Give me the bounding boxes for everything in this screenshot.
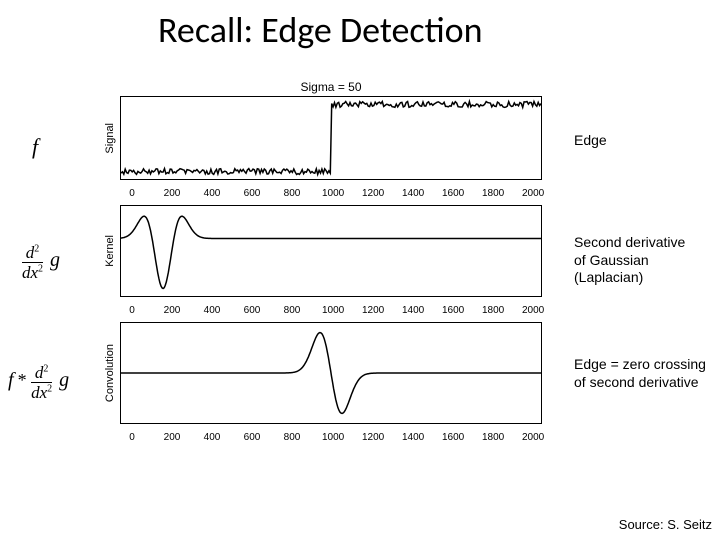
- xaxis-1: 0200400600800100012001400160018002000: [104, 186, 542, 199]
- plot-signal: [120, 96, 542, 180]
- conv-curve: [121, 323, 541, 423]
- annotation-edge: Edge: [574, 132, 607, 150]
- sigma-title: Sigma = 50: [104, 80, 558, 94]
- label-d2g: d2 dx2 g: [22, 244, 60, 281]
- kernel-curve: [121, 206, 541, 296]
- ylabel-signal: Signal: [104, 123, 120, 154]
- xaxis-2: 0200400600800100012001400160018002000: [104, 303, 542, 316]
- source-credit: Source: S. Seitz: [619, 517, 712, 532]
- annotation-zero-crossing: Edge = zero crossing of second derivativ…: [574, 356, 706, 391]
- label-f-star-d2g: f * d2 dx2 g: [8, 364, 69, 401]
- annotation-laplacian: Second derivative of Gaussian (Laplacian…: [574, 234, 685, 287]
- page-title: Recall: Edge Detection: [158, 8, 483, 52]
- plots-stack: Sigma = 50 Signal 0200400600800100012001…: [104, 80, 558, 443]
- ylabel-kernel: Kernel: [104, 235, 120, 267]
- signal-curve: [121, 97, 541, 179]
- xaxis-3: 0200400600800100012001400160018002000: [104, 430, 542, 443]
- plot-kernel: [120, 205, 542, 297]
- label-f: f: [32, 134, 38, 160]
- ylabel-conv: Convolution: [104, 344, 120, 402]
- plot-convolution: [120, 322, 542, 424]
